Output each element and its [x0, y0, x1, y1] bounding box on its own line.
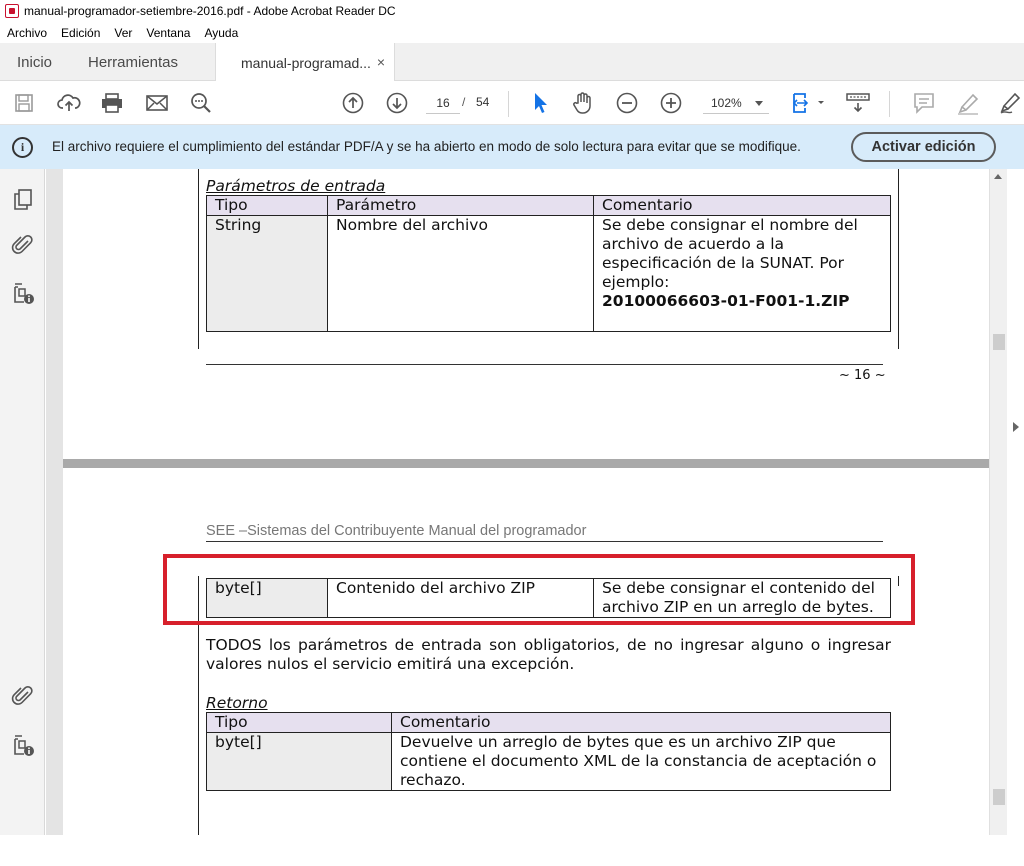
zoom-level-select[interactable]: 102%	[703, 92, 769, 114]
acrobat-window: manual-programador-setiembre-2016.pdf - …	[0, 0, 1024, 866]
mandatory-params-paragraph: TODOS los parámetros de entrada son obli…	[206, 636, 891, 673]
cell-comment: Se debe consignar el nombre del archivo …	[593, 215, 891, 332]
tab-herramientas[interactable]: Herramientas	[88, 43, 178, 81]
title-bar: manual-programador-setiembre-2016.pdf - …	[0, 0, 1024, 22]
document-properties-icon[interactable]	[11, 734, 35, 758]
section-title-retorno: Retorno	[206, 694, 268, 712]
header-tipo: Tipo	[206, 712, 392, 733]
header-parametro: Parámetro	[327, 195, 594, 216]
comment-text: Se debe consignar el nombre del archivo …	[602, 216, 858, 291]
header-rule	[206, 541, 883, 542]
hand-icon[interactable]	[570, 81, 596, 125]
comment-icon[interactable]	[912, 81, 936, 125]
tab-document-label: manual-programad...	[241, 54, 371, 71]
zoom-out-icon[interactable]	[615, 81, 639, 125]
pdf-page-16: Parámetros de entrada Tipo Parámetro Com…	[63, 169, 989, 459]
bottom-strip	[0, 835, 1024, 866]
return-table: Tipo Comentario byte[] Devuelve un arreg…	[206, 712, 891, 791]
footer-rule	[206, 364, 883, 365]
attachments-icon[interactable]	[11, 684, 35, 708]
running-header: SEE –Sistemas del Contribuyente Manual d…	[206, 523, 587, 539]
toolbar: 16 / 54 102%	[0, 81, 1024, 125]
header-tipo: Tipo	[206, 195, 328, 216]
close-tab-icon[interactable]: ×	[377, 54, 385, 70]
menu-ventana[interactable]: Ventana	[139, 26, 197, 40]
page-separator-gap	[63, 459, 989, 468]
enable-editing-button[interactable]: Activar edición	[851, 132, 996, 162]
page-fit-icon[interactable]	[790, 81, 826, 125]
print-icon[interactable]	[100, 81, 124, 125]
menu-bar: Archivo Edición Ver Ventana Ayuda	[0, 22, 1024, 43]
chevron-down-icon	[755, 101, 763, 106]
expand-right-panel-icon[interactable]	[1013, 422, 1019, 432]
tab-bar: Inicio Herramientas manual-programad... …	[0, 43, 1024, 82]
cell-type: String	[206, 215, 328, 332]
current-page-input[interactable]: 16	[426, 92, 460, 114]
document-view[interactable]: Parámetros de entrada Tipo Parámetro Com…	[46, 169, 989, 866]
page-border-left	[198, 169, 199, 349]
section-title-parametros: Parámetros de entrada	[206, 177, 386, 195]
scroll-up-icon[interactable]	[994, 174, 1002, 179]
save-icon[interactable]	[12, 81, 36, 125]
previous-page-icon[interactable]	[341, 81, 365, 125]
pdfa-info-banner: i El archivo requiere el cumplimiento de…	[0, 125, 1024, 169]
menu-edicion[interactable]: Edición	[54, 26, 107, 40]
info-icon: i	[12, 137, 33, 158]
keyboard-icon[interactable]	[845, 81, 871, 125]
upload-cloud-icon[interactable]	[56, 81, 82, 125]
email-icon[interactable]	[145, 81, 169, 125]
scroll-thumb[interactable]	[993, 334, 1005, 350]
menu-ver[interactable]: Ver	[107, 26, 139, 40]
menu-archivo[interactable]: Archivo	[0, 26, 54, 40]
toolbar-divider	[508, 91, 509, 117]
tab-document[interactable]: manual-programad... ×	[215, 43, 395, 82]
scroll-thumb[interactable]	[993, 789, 1005, 805]
header-comentario: Comentario	[593, 195, 891, 216]
next-page-icon[interactable]	[385, 81, 409, 125]
acrobat-pdf-icon	[5, 4, 19, 18]
menu-ayuda[interactable]: Ayuda	[197, 26, 245, 40]
highlight-pen-icon[interactable]	[955, 81, 981, 125]
sign-pen-icon[interactable]	[998, 81, 1024, 125]
toolbar-divider	[889, 91, 890, 117]
right-panel	[1007, 169, 1024, 866]
banner-message: El archivo requiere el cumplimiento del …	[52, 139, 801, 154]
zoom-level-value: 102%	[711, 95, 742, 110]
cell-comment: Devuelve un arreglo de bytes que es un a…	[391, 732, 891, 791]
window-title: manual-programador-setiembre-2016.pdf - …	[24, 4, 396, 18]
tab-inicio[interactable]: Inicio	[17, 43, 52, 81]
zoom-in-icon[interactable]	[659, 81, 683, 125]
pdf-page-17: SEE –Sistemas del Contribuyente Manual d…	[63, 468, 989, 866]
page-number-footer: ~ 16 ~	[839, 368, 886, 383]
total-pages: 54	[476, 95, 490, 109]
vertical-scrollbar[interactable]	[989, 169, 1007, 835]
header-comentario: Comentario	[391, 712, 891, 733]
search-zoom-icon[interactable]	[189, 81, 213, 125]
parameters-table: Tipo Parámetro Comentario String Nombre …	[206, 195, 891, 332]
cell-type: byte[]	[206, 732, 392, 791]
page-separator: /	[462, 95, 466, 109]
left-navigation-panel	[0, 169, 45, 866]
highlight-box	[163, 554, 915, 625]
document-properties-icon[interactable]	[11, 282, 35, 306]
page-thumbnails-icon[interactable]	[11, 188, 35, 212]
select-cursor-icon[interactable]	[529, 81, 551, 125]
cell-param: Nombre del archivo	[327, 215, 594, 332]
page-border-right	[898, 169, 899, 349]
example-filename: 20100066603-01-F001-1.ZIP	[602, 292, 850, 310]
attachments-icon[interactable]	[11, 233, 35, 257]
